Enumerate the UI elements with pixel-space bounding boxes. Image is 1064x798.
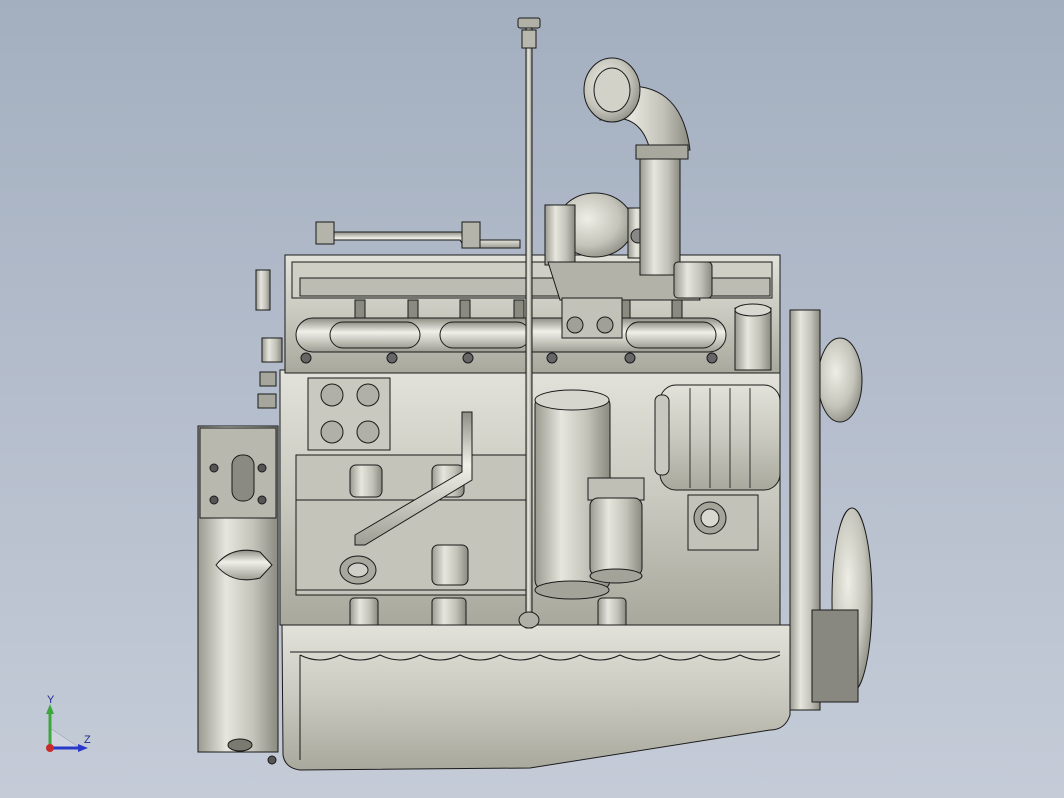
oil-pan xyxy=(267,624,791,771)
alternator xyxy=(654,384,781,491)
y-axis-label: Y xyxy=(47,694,55,706)
z-axis-label: Z xyxy=(84,734,91,746)
fuel-filter xyxy=(587,477,645,584)
cad-viewport[interactable]: Y Z xyxy=(0,0,1064,798)
flywheel-housing xyxy=(197,425,279,753)
left-fittings xyxy=(255,269,283,409)
top-breather-tube xyxy=(315,221,521,249)
engine-model[interactable] xyxy=(0,0,1064,798)
thermostat-housing xyxy=(734,303,772,371)
coordinate-triad: Y Z xyxy=(38,694,98,758)
crank-pulley xyxy=(789,309,873,711)
axis-triad-icon xyxy=(46,704,88,752)
